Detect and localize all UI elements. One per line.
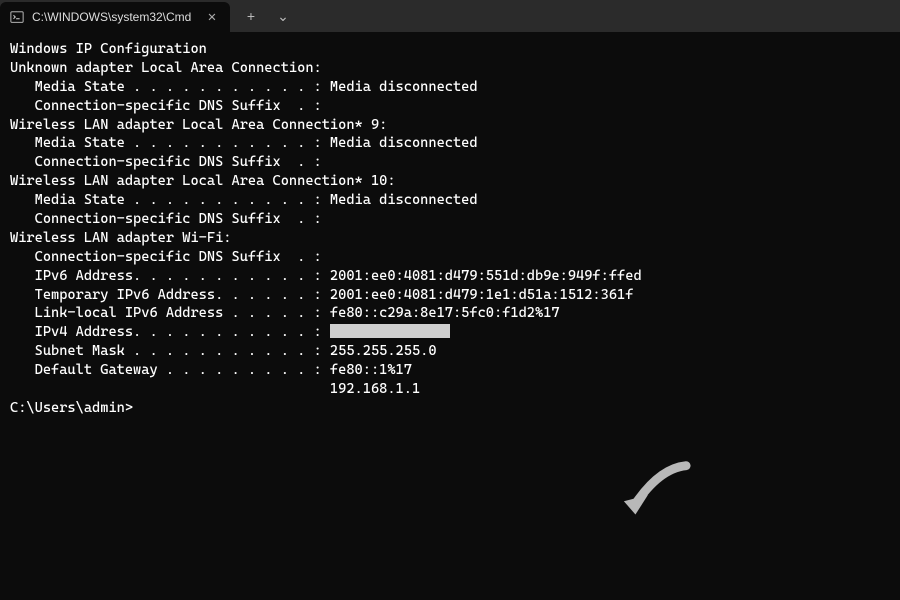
tab-title: C:\WINDOWS\system32\Cmd [32, 10, 196, 24]
output-line: Windows IP Configuration [10, 40, 890, 59]
output-line: Default Gateway . . . . . . . . . : fe80… [10, 361, 890, 380]
output-line: Wireless LAN adapter Wi-Fi: [10, 229, 890, 248]
redacted-value [330, 324, 450, 338]
tab-close-button[interactable]: ✕ [204, 9, 220, 25]
new-tab-button[interactable]: + [242, 8, 260, 24]
output-line: 192.168.1.1 [10, 380, 890, 399]
output-line: IPv6 Address. . . . . . . . . . . : 2001… [10, 267, 890, 286]
output-line: Connection-specific DNS Suffix . : [10, 97, 890, 116]
output-line: Connection-specific DNS Suffix . : [10, 153, 890, 172]
output-line: Media State . . . . . . . . . . . : Medi… [10, 78, 890, 97]
output-line: Unknown adapter Local Area Connection: [10, 59, 890, 78]
output-line: Media State . . . . . . . . . . . : Medi… [10, 134, 890, 153]
output-line: Link-local IPv6 Address . . . . . : fe80… [10, 304, 890, 323]
titlebar-actions: + ⌄ [230, 0, 304, 32]
output-line: IPv4 Address. . . . . . . . . . . : [10, 323, 890, 342]
output-line: Wireless LAN adapter Local Area Connecti… [10, 116, 890, 135]
output-line: Temporary IPv6 Address. . . . . . : 2001… [10, 286, 890, 305]
cmd-icon [10, 10, 24, 24]
annotation-arrow-icon [610, 455, 700, 535]
terminal-output[interactable]: Windows IP ConfigurationUnknown adapter … [0, 32, 900, 426]
output-line: Wireless LAN adapter Local Area Connecti… [10, 172, 890, 191]
output-line: C:\Users\admin> [10, 399, 890, 418]
output-line: Media State . . . . . . . . . . . : Medi… [10, 191, 890, 210]
tab-dropdown-button[interactable]: ⌄ [274, 8, 292, 25]
output-line: Connection-specific DNS Suffix . : [10, 210, 890, 229]
output-line: Connection-specific DNS Suffix . : [10, 248, 890, 267]
titlebar: C:\WINDOWS\system32\Cmd ✕ + ⌄ [0, 0, 900, 32]
output-line: Subnet Mask . . . . . . . . . . . : 255.… [10, 342, 890, 361]
terminal-tab[interactable]: C:\WINDOWS\system32\Cmd ✕ [0, 2, 230, 32]
